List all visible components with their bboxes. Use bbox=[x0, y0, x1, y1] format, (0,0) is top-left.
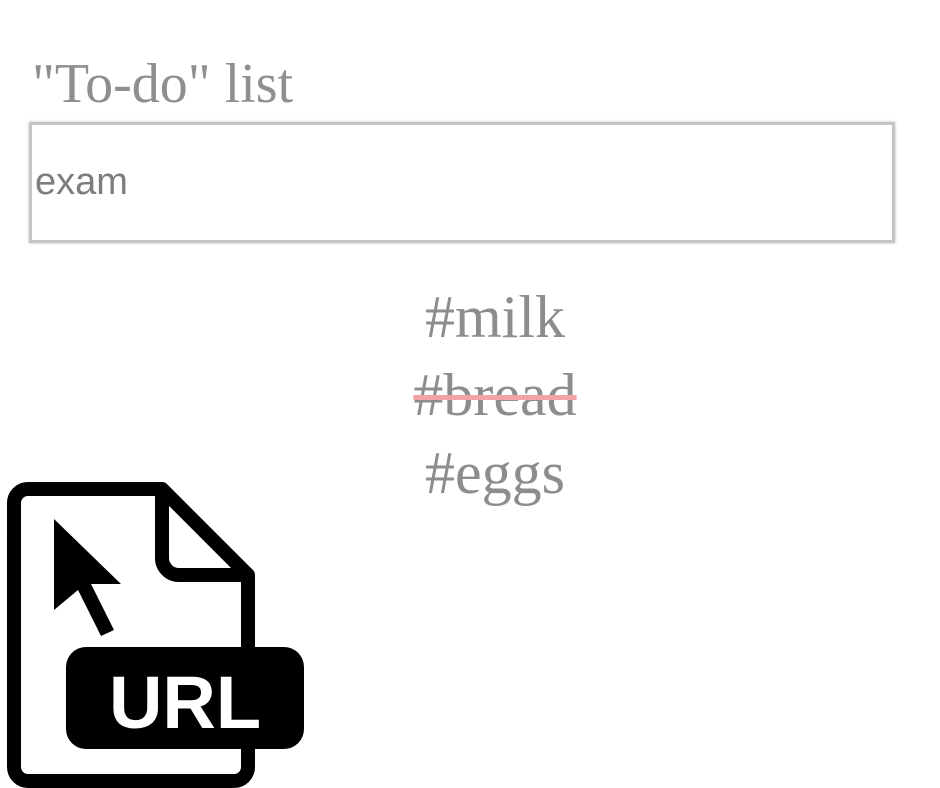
todo-item-label: #eggs bbox=[425, 440, 565, 506]
todo-list: #milk #bread #eggs bbox=[300, 278, 690, 512]
page-title: "To-do" list bbox=[32, 53, 294, 115]
url-file-icon: URL bbox=[7, 482, 304, 788]
todo-item-bread[interactable]: #bread bbox=[300, 356, 690, 434]
todo-input[interactable] bbox=[29, 122, 895, 243]
todo-item-label: #bread bbox=[413, 362, 577, 428]
todo-item-milk[interactable]: #milk bbox=[300, 278, 690, 356]
todo-item-label: #milk bbox=[424, 284, 565, 350]
url-badge-text: URL bbox=[109, 661, 261, 744]
todo-item-eggs[interactable]: #eggs bbox=[300, 434, 690, 512]
